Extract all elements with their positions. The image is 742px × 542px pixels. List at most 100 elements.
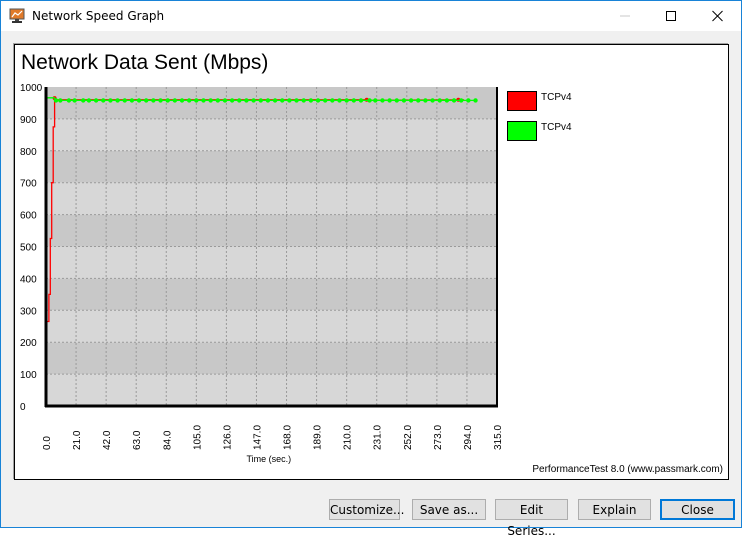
- monitor-chart-icon: [9, 8, 25, 24]
- series-2-point: [101, 98, 106, 103]
- y-tick-label: 900: [20, 115, 37, 126]
- x-tick-label: 252.0: [403, 425, 414, 450]
- series-2-point: [367, 98, 372, 103]
- series-2-point: [222, 98, 228, 103]
- series-2-point: [394, 98, 399, 103]
- series-2-point: [194, 98, 199, 103]
- edit-series-button[interactable]: Edit Series...: [495, 499, 568, 538]
- series-2-point: [473, 98, 478, 103]
- x-tick-label: 273.0: [433, 425, 444, 450]
- legend-swatch-red: [507, 91, 537, 111]
- series-2-point: [215, 98, 221, 103]
- series-2-point: [437, 98, 442, 103]
- series-2-point: [66, 98, 72, 103]
- maximize-icon: [666, 11, 676, 21]
- series-2-point: [330, 98, 335, 103]
- window-title: Network Speed Graph: [32, 9, 165, 23]
- x-tick-label: 168.0: [283, 425, 294, 450]
- series-2-point: [380, 98, 385, 103]
- chart-panel: Network Data Sent (Mbps) 0 100 200 300 400 50…: [14, 44, 729, 480]
- y-tick-label: 300: [20, 306, 37, 317]
- series-2-point: [258, 98, 263, 103]
- x-tick-label: 231.0: [373, 425, 384, 450]
- y-tick-label: 800: [20, 147, 37, 158]
- series-2-point: [416, 98, 421, 103]
- series-2-point: [272, 98, 278, 103]
- x-tick-label: 147.0: [252, 425, 263, 450]
- plot-band: [46, 150, 497, 183]
- y-tick-label: 200: [20, 338, 37, 349]
- series-2-point: [358, 98, 364, 103]
- series-2-point: [430, 98, 435, 103]
- minimize-button[interactable]: [603, 1, 649, 31]
- footer-credit: PerformanceTest 8.0 (www.passmark.com): [532, 464, 723, 475]
- x-tick-label: 210.0: [343, 425, 354, 450]
- series-2-point: [351, 98, 357, 103]
- series-2-point: [108, 98, 113, 103]
- series-2-point: [136, 98, 142, 103]
- minimize-icon: [620, 15, 630, 17]
- plot-band: [46, 342, 497, 375]
- series-2-point: [229, 98, 235, 103]
- series-2-point: [115, 98, 120, 103]
- series-2-point: [444, 98, 450, 103]
- chart-plot: 0 100 200 300 400 500 600 700 800 900 1000 0.0 21.0 4…: [20, 83, 504, 464]
- y-tick-label: 400: [20, 274, 37, 285]
- series-2-point: [58, 98, 63, 103]
- series-2-point: [208, 98, 213, 103]
- plot-band: [46, 182, 497, 215]
- series-2-point: [308, 98, 314, 103]
- series-2-point: [72, 98, 77, 103]
- save-as-button[interactable]: Save as...: [412, 499, 486, 520]
- x-tick-label: 315.0: [493, 425, 504, 450]
- series-2-point: [93, 98, 99, 103]
- y-tick-label: 100: [20, 370, 37, 381]
- x-axis-label: Time (sec.): [247, 454, 292, 464]
- series-2-point: [459, 98, 464, 103]
- x-tick-label: 0.0: [42, 436, 53, 450]
- series-2-point: [373, 98, 378, 103]
- series-2-point: [81, 98, 86, 103]
- series-2-point: [265, 98, 271, 103]
- y-tick-label: 1000: [20, 83, 43, 94]
- x-tick-label: 126.0: [222, 425, 233, 450]
- plot-band: [46, 310, 497, 343]
- y-tick-label: 700: [20, 179, 37, 190]
- close-button[interactable]: Close: [660, 499, 735, 520]
- plot-band: [46, 278, 497, 311]
- legend-swatch-green: [507, 121, 537, 141]
- series-2-point: [53, 98, 59, 103]
- series-2-point: [423, 98, 428, 103]
- x-tick-label: 21.0: [72, 430, 83, 450]
- series-2-point: [322, 98, 328, 103]
- customize-button[interactable]: Customize...: [329, 499, 404, 520]
- series-2-point: [201, 98, 206, 103]
- legend-label: TCPv4: [541, 92, 572, 103]
- series-2-point: [287, 98, 292, 103]
- x-tick-label: 189.0: [313, 425, 324, 450]
- series-2-point: [294, 98, 299, 103]
- plot-band: [46, 374, 497, 406]
- series-2-point: [158, 98, 163, 103]
- series-2-point: [165, 98, 170, 103]
- series-2-point: [387, 98, 392, 103]
- series-2-point: [344, 98, 349, 103]
- legend-label: TCPv4: [541, 122, 572, 133]
- series-2-point: [122, 98, 127, 103]
- plot-band: [46, 214, 497, 247]
- series-2-point: [172, 98, 178, 103]
- close-window-button[interactable]: [695, 1, 741, 31]
- x-tick-label: 42.0: [102, 430, 113, 450]
- y-tick-label: 500: [20, 243, 37, 254]
- series-2-point: [401, 98, 407, 103]
- close-icon: [712, 10, 723, 22]
- title-bar[interactable]: Network Speed Graph: [1, 1, 741, 31]
- maximize-button[interactable]: [649, 1, 695, 31]
- plot-band: [46, 246, 497, 279]
- y-tick-label: 600: [20, 211, 37, 222]
- series-2-point: [315, 98, 321, 103]
- x-tick-label: 63.0: [132, 430, 143, 450]
- explain-button[interactable]: Explain: [578, 499, 651, 520]
- series-2-point: [244, 98, 249, 103]
- series-2-point: [86, 98, 92, 103]
